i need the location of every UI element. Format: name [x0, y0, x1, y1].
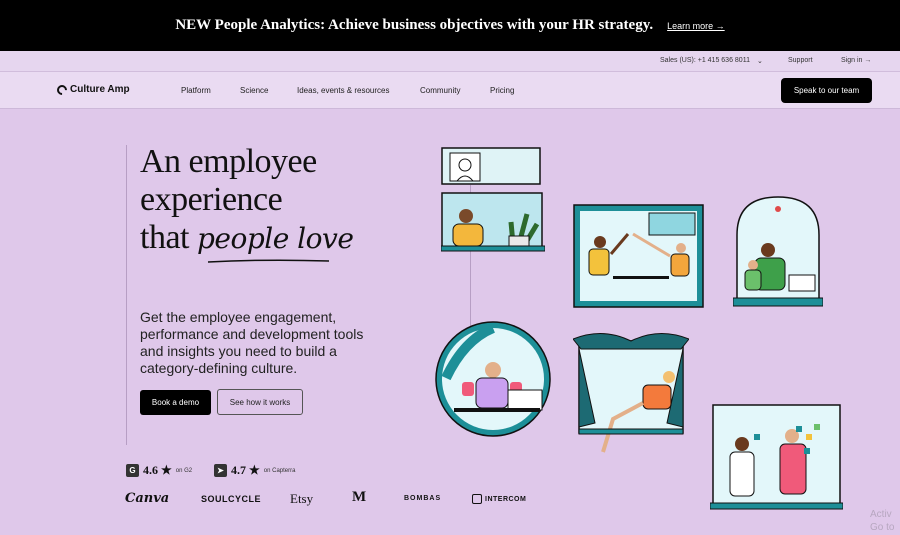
intercom-text: INTERCOM [485, 495, 527, 503]
headline-line-3: that [140, 219, 189, 256]
g2-icon: G [126, 464, 139, 477]
sales-phone-link[interactable]: Sales (US): +1 415 636 8011 [660, 57, 750, 64]
nav-resources[interactable]: Ideas, events & resources [297, 86, 390, 95]
worker-window-illustration [441, 192, 545, 252]
capterra-icon: ➤ [214, 464, 227, 477]
mcdonalds-logo: M [352, 489, 367, 505]
rating-source: on Capterra [263, 467, 296, 474]
rating-source: on G2 [175, 467, 193, 474]
main-navigation: Culture Amp Platform Science Ideas, even… [0, 72, 900, 109]
nav-platform[interactable]: Platform [181, 86, 211, 95]
reading-window-illustration [573, 333, 689, 453]
intercom-logo: INTERCOM [472, 494, 526, 504]
capterra-rating: ➤ 4.7 ★ on Capterra [214, 463, 295, 478]
nav-science[interactable]: Science [240, 86, 268, 95]
bombas-logo: BOMBAS [404, 495, 442, 502]
headline-line-2: experience [140, 181, 283, 218]
activate-windows-watermark: Activ Go to [870, 508, 894, 534]
headline-script: people love [196, 222, 354, 255]
support-link[interactable]: Support [788, 57, 813, 64]
banner-text: NEW People Analytics: Achieve business o… [175, 17, 654, 33]
canva-logo: Canva [125, 491, 170, 506]
nav-community[interactable]: Community [420, 86, 460, 95]
family-arch-window-illustration [733, 196, 823, 307]
learn-more-link[interactable]: Learn more → [667, 21, 725, 31]
speak-to-team-button[interactable]: Speak to our team [781, 78, 872, 103]
utility-bar: Sales (US): +1 415 636 8011 ⌄ Support Si… [0, 51, 900, 72]
divider-line [126, 145, 127, 445]
portrait-frame-illustration [441, 147, 541, 185]
sticky-notes-window-illustration [710, 404, 843, 510]
soulcycle-logo: SOULCYCLE [201, 494, 262, 504]
underline-stroke [207, 259, 330, 263]
headline-line-1: An employee [140, 143, 317, 180]
g2-rating: G 4.6 ★ on G2 [126, 463, 192, 478]
hero-headline: An employee experience that people love [140, 143, 354, 258]
rating-score: 4.6 ★ [143, 463, 172, 477]
watermark-line-2: Go to [870, 522, 895, 533]
culture-amp-logo[interactable]: Culture Amp [54, 82, 130, 97]
highfive-window-illustration [573, 204, 704, 308]
chevron-down-icon[interactable]: ⌄ [757, 57, 763, 65]
logo-icon [54, 82, 70, 97]
etsy-logo: Etsy [290, 491, 314, 506]
book-demo-button[interactable]: Book a demo [140, 390, 211, 415]
watermark-line-1: Activ [870, 509, 892, 520]
hero-subtext: Get the employee engagement, performance… [140, 309, 364, 376]
rating-score: 4.7 ★ [231, 463, 260, 477]
see-how-it-works-button[interactable]: See how it works [217, 389, 303, 415]
sign-in-link[interactable]: Sign in → [841, 57, 871, 64]
nav-pricing[interactable]: Pricing [490, 86, 514, 95]
announcement-banner: NEW People Analytics: Achieve business o… [0, 0, 900, 51]
logo-text: Culture Amp [70, 84, 130, 95]
circle-window-illustration [435, 321, 551, 437]
